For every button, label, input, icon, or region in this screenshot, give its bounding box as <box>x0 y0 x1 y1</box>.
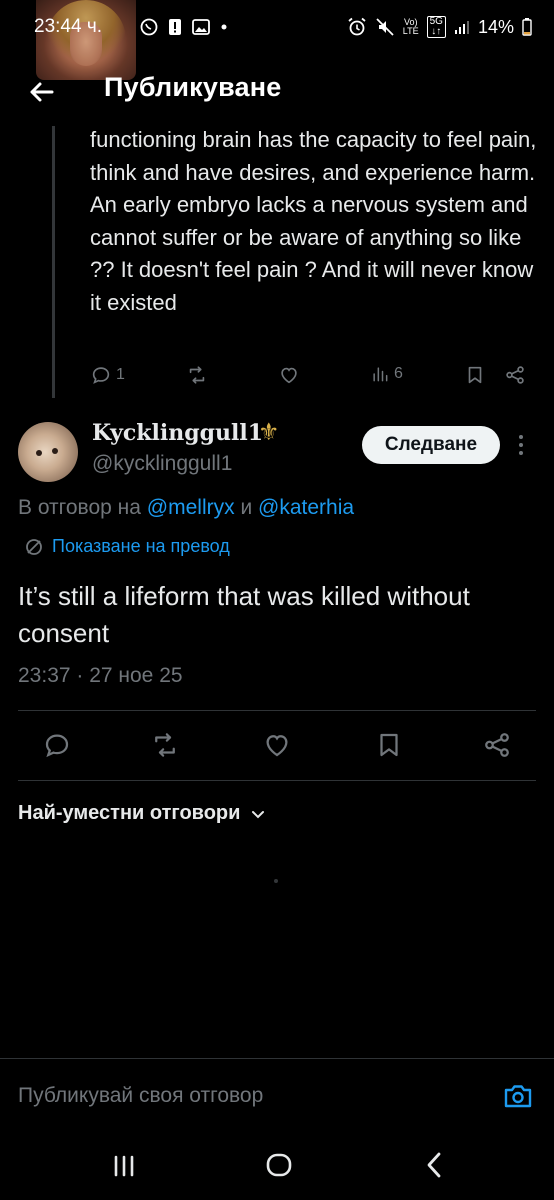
display-name[interactable]: Kycklinggull1 <box>92 420 263 446</box>
divider <box>18 780 536 781</box>
mute-icon <box>376 18 394 36</box>
avatar[interactable] <box>18 422 78 482</box>
previous-post-text: functioning brain has the capacity to fe… <box>90 127 537 315</box>
mention-link[interactable]: @katerhia <box>258 496 354 519</box>
battery-percent: 14% <box>477 16 514 37</box>
volte-indicator: Vo) LTE <box>402 17 419 36</box>
repost-icon <box>155 733 175 757</box>
divider <box>18 710 536 711</box>
views-icon <box>373 367 388 382</box>
like-button[interactable] <box>278 364 300 386</box>
bookmark-button[interactable] <box>464 364 486 386</box>
fleur-de-lis-emoji: ⚜ <box>258 419 280 446</box>
share-button[interactable] <box>504 364 526 386</box>
reply-to-line: В отговор на @mellryx и @katerhia <box>18 496 355 519</box>
more-options-button[interactable] <box>514 432 528 458</box>
heart-icon <box>266 735 288 757</box>
reply-input[interactable]: Публикувай своя отговор <box>18 1084 263 1108</box>
share-icon <box>506 366 524 384</box>
share-button[interactable] <box>482 730 512 760</box>
reply-button[interactable]: 1 <box>90 364 125 386</box>
reply-icon <box>92 367 110 384</box>
post-actions <box>0 726 554 766</box>
like-button[interactable] <box>262 730 292 760</box>
bookmark-button[interactable] <box>374 730 404 760</box>
repost-button[interactable] <box>150 730 180 760</box>
alarm-icon <box>348 17 366 36</box>
home-button[interactable] <box>264 1150 294 1180</box>
bookmark-icon <box>468 366 482 384</box>
divider <box>0 1058 554 1059</box>
share-icon <box>485 733 509 757</box>
back-button[interactable] <box>24 74 60 110</box>
previous-post-actions: 1 6 <box>90 364 530 394</box>
home-icon <box>266 1153 292 1177</box>
post-text: It’s still a lifeform that was killed wi… <box>18 581 470 648</box>
camera-icon <box>504 1085 532 1108</box>
battery-icon <box>522 18 532 36</box>
notification-dot-icon <box>221 24 227 30</box>
user-handle[interactable]: @kycklinggull1 <box>92 452 232 476</box>
translate-link[interactable]: Показване на превод <box>24 536 230 557</box>
repost-icon <box>189 366 205 384</box>
gallery-icon <box>192 19 210 35</box>
follow-button[interactable]: Следване <box>362 426 500 464</box>
post-timestamp[interactable]: 23:37 · 27 ное 25 <box>18 664 183 688</box>
recent-apps-button[interactable] <box>110 1154 138 1178</box>
network-indicator: 5G ↓↑ <box>426 16 446 38</box>
whatsapp-icon <box>140 18 158 36</box>
translate-icon <box>26 538 42 555</box>
reply-sort-dropdown[interactable]: Най-уместни отговори <box>18 802 266 825</box>
bookmark-icon <box>380 733 398 757</box>
top-header: Публикуване <box>0 60 554 126</box>
reply-count: 1 <box>116 366 125 383</box>
recent-apps-icon <box>114 1155 134 1177</box>
loading-indicator <box>274 879 278 883</box>
reply-icon <box>45 734 69 758</box>
signal-icon <box>454 21 469 34</box>
translate-label: Показване на превод <box>52 536 230 556</box>
heart-icon <box>281 367 297 384</box>
back-arrow-icon <box>30 82 54 102</box>
repost-button[interactable] <box>186 364 208 386</box>
status-time: 23:44 ч. <box>34 16 103 37</box>
reply-button[interactable] <box>42 730 72 760</box>
status-bar: 23:44 ч. Vo) LTE 5G ↓↑ 14% <box>0 0 554 80</box>
page-title: Публикуване <box>104 72 282 102</box>
back-chevron-icon <box>427 1152 441 1178</box>
mention-link[interactable]: @mellryx <box>147 496 235 519</box>
chevron-down-icon <box>252 810 265 818</box>
sort-label: Най-уместни отговори <box>18 802 241 824</box>
system-navigation-bar <box>0 1130 554 1200</box>
more-vertical-icon <box>519 435 523 455</box>
back-nav-button[interactable] <box>422 1150 446 1180</box>
views-button[interactable]: 6 <box>370 364 403 384</box>
views-count: 6 <box>394 365 403 382</box>
alert-icon <box>169 19 181 35</box>
camera-button[interactable] <box>502 1080 534 1112</box>
thread-line <box>52 126 55 398</box>
